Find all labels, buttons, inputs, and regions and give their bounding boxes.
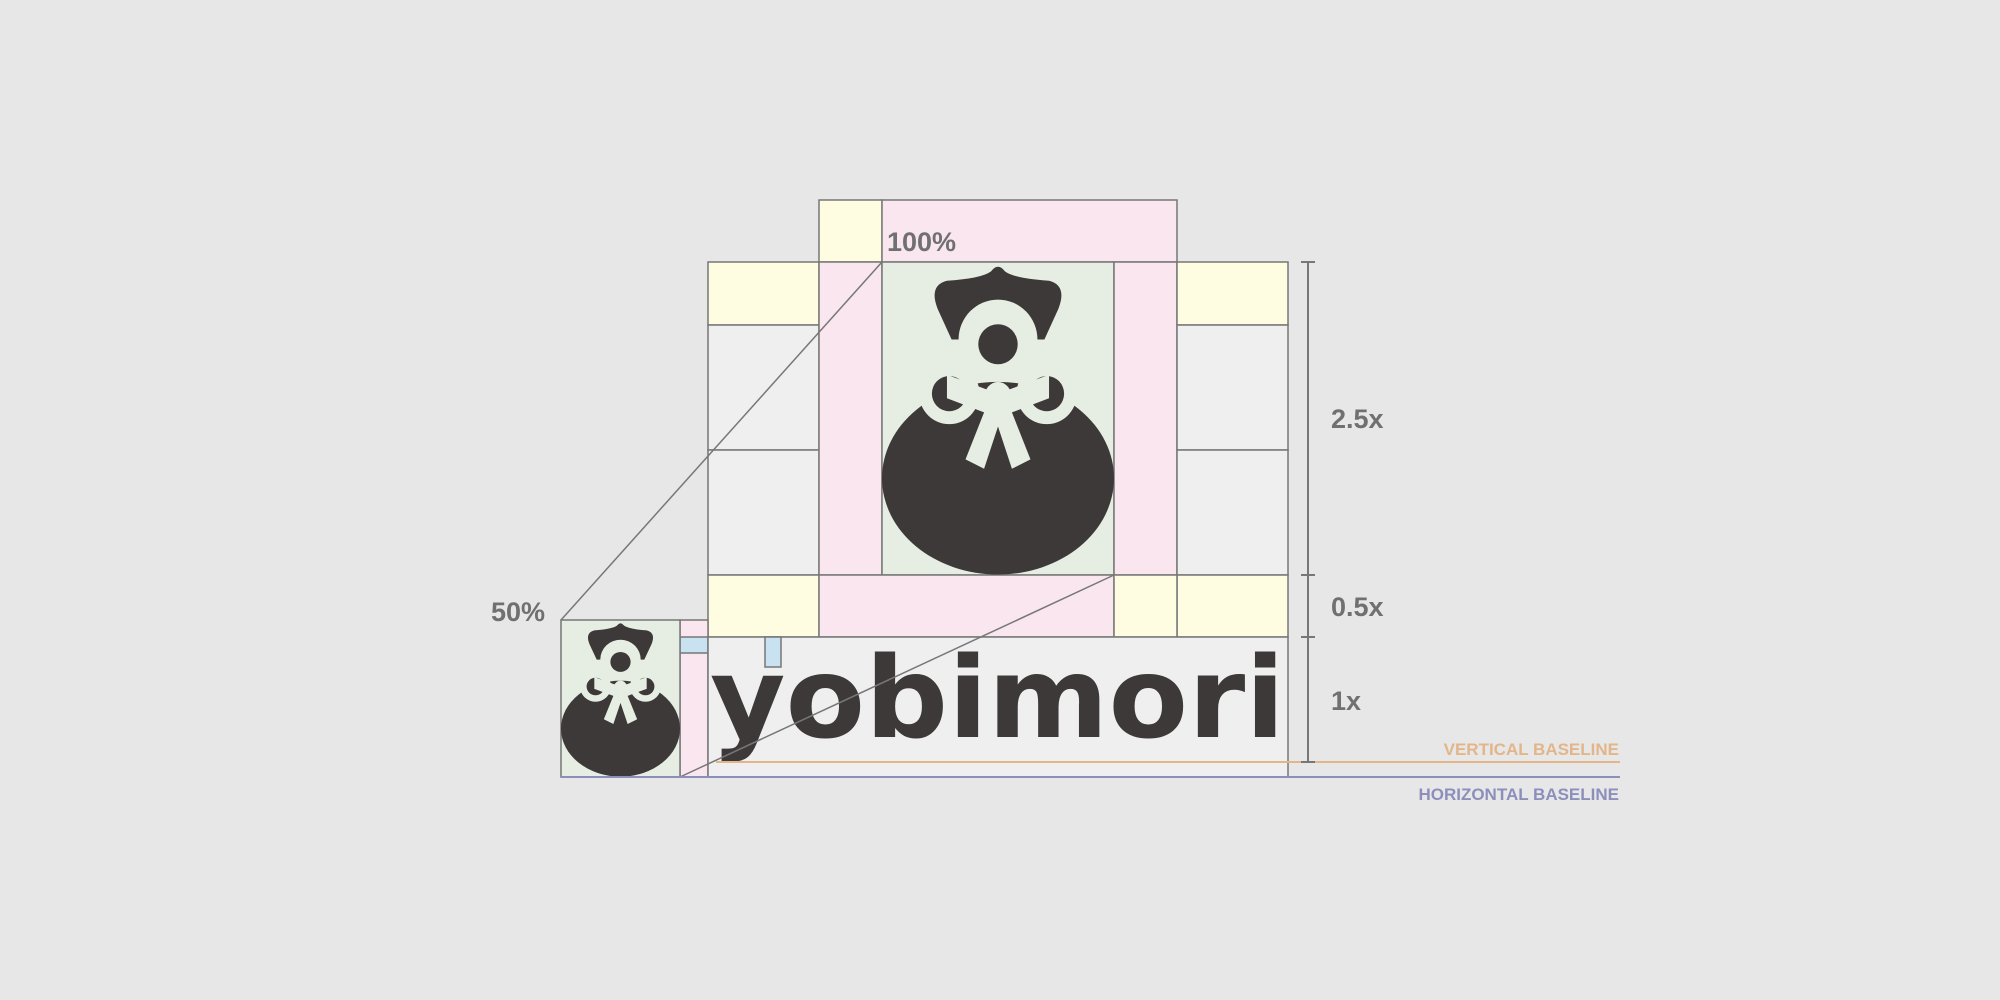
ratio-label-top: 2.5x (1331, 404, 1384, 434)
dimension-bar (1301, 261, 1315, 763)
margin-cell (818, 261, 883, 576)
logo-construction-diagram: yobimori VERTICAL BASELINE HORIZONTAL BA… (491, 199, 1620, 804)
ratio-label-bottom: 1x (1331, 686, 1361, 716)
margin-cell (1176, 261, 1289, 326)
margin-cell (707, 574, 820, 638)
margin-cell (707, 261, 820, 326)
grid-cell (707, 324, 820, 451)
margin-cell (818, 199, 883, 263)
grid-cell (1176, 324, 1289, 451)
grid-cell (1176, 449, 1289, 576)
margin-cell (1176, 574, 1289, 638)
ratio-label-middle: 0.5x (1331, 592, 1384, 622)
margin-cell (1113, 261, 1178, 576)
vertical-baseline-label: VERTICAL BASELINE (1444, 740, 1619, 759)
horizontal-baseline-label: HORIZONTAL BASELINE (1418, 785, 1619, 804)
wordmark: yobimori (710, 634, 1285, 764)
margin-cell (1113, 574, 1178, 638)
scale-label-half: 50% (491, 597, 545, 627)
spacer-cell (679, 636, 709, 654)
margin-cell (818, 574, 1115, 638)
grid-cell (707, 449, 820, 576)
scale-label-full: 100% (887, 227, 956, 257)
